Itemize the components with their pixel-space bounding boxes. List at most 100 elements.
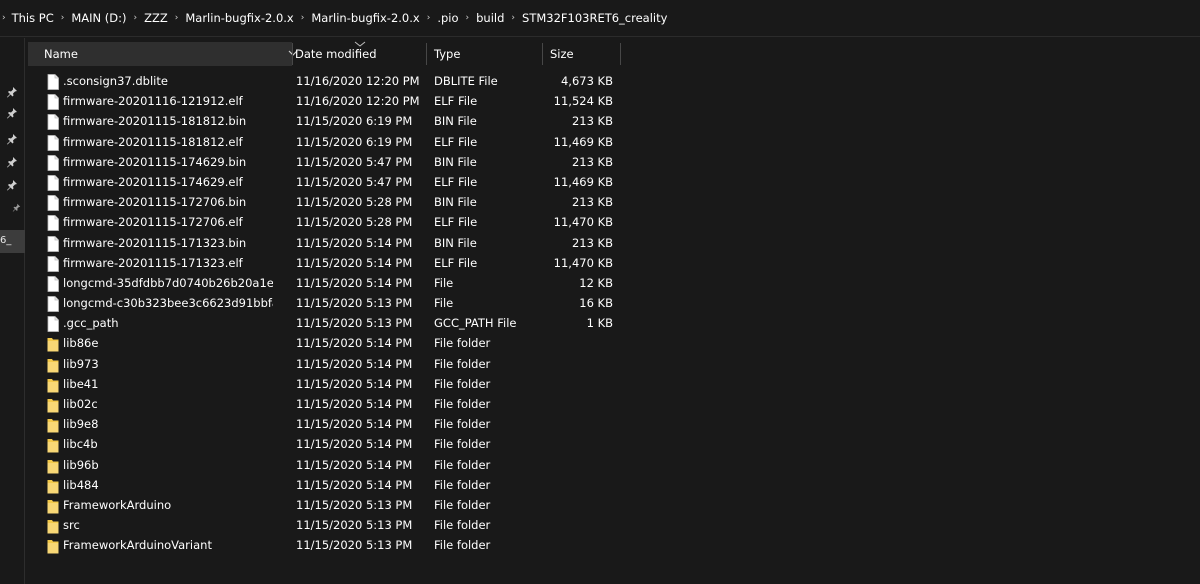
file-name: lib96b xyxy=(63,457,99,472)
column-divider[interactable] xyxy=(426,43,427,65)
file-name: firmware-20201115-171323.elf xyxy=(63,255,243,270)
breadcrumb-item[interactable]: Marlin-bugfix-2.0.x xyxy=(311,11,419,25)
folder-row[interactable]: libc4b 11/15/2020 5:14 PM File folder xyxy=(26,434,646,454)
file-row[interactable]: longcmd-35dfdbb7d0740b26b20a1e936d... 11/… xyxy=(26,273,646,293)
file-name: src xyxy=(63,518,80,533)
column-divider[interactable] xyxy=(292,43,293,65)
breadcrumb-item[interactable]: ZZZ xyxy=(144,11,168,25)
file-date-modified: 11/15/2020 5:14 PM xyxy=(296,437,413,452)
file-type: ELF File xyxy=(434,134,478,149)
file-row[interactable]: firmware-20201116-121912.elf 11/16/2020 1… xyxy=(26,91,646,111)
file-name: firmware-20201115-181812.bin xyxy=(63,114,247,129)
file-row[interactable]: firmware-20201115-181812.bin 11/15/2020 6… xyxy=(26,111,646,131)
folder-row[interactable]: FrameworkArduino 11/15/2020 5:13 PM File f… xyxy=(26,495,646,515)
file-row[interactable]: firmware-20201115-181812.elf 11/15/2020 6… xyxy=(26,132,646,152)
file-type: File folder xyxy=(434,538,491,553)
chevron-right-icon[interactable]: › xyxy=(61,13,65,23)
file-type: File folder xyxy=(434,397,491,411)
folder-row[interactable]: libe41 11/15/2020 5:14 PM File folder xyxy=(26,374,646,394)
column-header-name[interactable]: Name xyxy=(28,42,292,66)
navigation-pane[interactable]: 6_ xyxy=(0,38,25,584)
file-date-modified: 11/15/2020 5:14 PM xyxy=(296,336,413,351)
file-row[interactable]: .sconsign37.dblite 11/16/2020 12:20 PM DBL… xyxy=(26,71,646,91)
chevron-right-icon[interactable]: › xyxy=(511,13,515,23)
file-size: 11,470 KB xyxy=(553,215,613,230)
file-icon xyxy=(47,255,59,272)
folder-icon xyxy=(47,478,59,494)
folder-row[interactable]: src 11/15/2020 5:13 PM File folder xyxy=(26,515,646,535)
file-size: 11,469 KB xyxy=(553,134,613,149)
folder-icon xyxy=(47,458,59,474)
folder-row[interactable]: lib96b 11/15/2020 5:14 PM File folder xyxy=(26,455,646,475)
file-date-modified: 11/15/2020 6:19 PM xyxy=(296,134,413,149)
file-type: File folder xyxy=(434,356,491,371)
folder-row[interactable]: lib973 11/15/2020 5:14 PM File folder xyxy=(26,354,646,374)
column-header-type[interactable]: Type xyxy=(434,42,534,66)
file-type: BIN File xyxy=(434,114,477,129)
column-header-size[interactable]: Size xyxy=(550,42,620,66)
file-date-modified: 11/15/2020 5:14 PM xyxy=(296,275,413,290)
folder-row[interactable]: lib9e8 11/15/2020 5:14 PM File folder xyxy=(26,414,646,434)
file-name: lib973 xyxy=(63,356,99,371)
file-icon xyxy=(47,275,59,292)
file-date-modified: 11/15/2020 5:14 PM xyxy=(296,376,413,391)
folder-icon xyxy=(47,397,59,413)
chevron-right-icon[interactable]: › xyxy=(301,13,305,23)
folder-row[interactable]: lib86e 11/15/2020 5:14 PM File folder xyxy=(26,333,646,353)
file-icon xyxy=(47,134,59,151)
file-row[interactable]: firmware-20201115-174629.bin 11/15/2020 5… xyxy=(26,152,646,172)
folder-row[interactable]: lib484 11/15/2020 5:14 PM File folder xyxy=(26,475,646,495)
file-row[interactable]: firmware-20201115-171323.elf 11/15/2020 5… xyxy=(26,253,646,273)
file-row[interactable]: firmware-20201115-171323.bin 11/15/2020 5… xyxy=(26,233,646,253)
file-date-modified: 11/16/2020 12:20 PM xyxy=(296,94,420,109)
file-date-modified: 11/15/2020 5:14 PM xyxy=(296,417,413,432)
file-name: firmware-20201116-121912.elf xyxy=(63,94,243,109)
pin-icon xyxy=(12,203,21,212)
breadcrumb-item[interactable]: build xyxy=(476,11,504,25)
file-icon xyxy=(47,235,59,252)
file-size: 11,470 KB xyxy=(553,255,613,270)
address-bar[interactable]: › This PC › MAIN (D:) › ZZZ › Marlin-bugfix-2.0… xyxy=(0,0,1200,37)
file-date-modified: 11/15/2020 5:14 PM xyxy=(296,397,413,411)
file-row[interactable]: firmware-20201115-172706.bin 11/15/2020 5… xyxy=(26,192,646,212)
folder-icon xyxy=(47,498,59,514)
chevron-right-icon[interactable]: › xyxy=(134,13,138,23)
folder-row[interactable]: lib02c 11/15/2020 5:14 PM File folder xyxy=(26,394,646,414)
folder-icon xyxy=(47,336,59,352)
column-header-date[interactable]: Date modified xyxy=(295,42,425,66)
breadcrumb-item[interactable]: STM32F103RET6_creality xyxy=(522,11,667,25)
file-size: 213 KB xyxy=(571,154,613,169)
file-row[interactable]: .gcc_path 11/15/2020 5:13 PM GCC_PATH File… xyxy=(26,313,646,333)
column-divider[interactable] xyxy=(620,43,621,65)
breadcrumb-item[interactable]: Marlin-bugfix-2.0.x xyxy=(185,11,293,25)
file-date-modified: 11/15/2020 5:13 PM xyxy=(296,296,413,311)
pin-icon xyxy=(7,134,17,145)
file-name: FrameworkArduinoVariant xyxy=(63,538,212,553)
chevron-right-icon[interactable]: › xyxy=(2,13,6,23)
file-row[interactable]: longcmd-c30b323bee3c6623d91bbfabb7... 11/… xyxy=(26,293,646,313)
file-size: 213 KB xyxy=(571,235,613,250)
file-row[interactable]: firmware-20201115-174629.elf 11/15/2020 5… xyxy=(26,172,646,192)
file-list: .sconsign37.dblite 11/16/2020 12:20 PM DBL… xyxy=(26,71,646,556)
file-icon xyxy=(47,175,59,191)
file-icon xyxy=(47,154,59,171)
file-type: BIN File xyxy=(434,154,477,169)
file-type: File folder xyxy=(434,518,491,533)
file-name: .gcc_path xyxy=(63,316,119,331)
folder-row[interactable]: FrameworkArduinoVariant 11/15/2020 5:13 P… xyxy=(26,535,646,555)
chevron-right-icon[interactable]: › xyxy=(175,13,179,23)
chevron-right-icon[interactable]: › xyxy=(427,13,431,23)
file-type: DBLITE File xyxy=(434,74,498,88)
file-date-modified: 11/15/2020 5:47 PM xyxy=(296,154,413,169)
file-type: GCC_PATH File xyxy=(434,316,517,331)
breadcrumb-item[interactable]: .pio xyxy=(437,11,458,25)
chevron-right-icon[interactable]: › xyxy=(466,13,470,23)
breadcrumb-item[interactable]: MAIN (D:) xyxy=(71,11,126,25)
column-divider[interactable] xyxy=(542,43,543,65)
file-row[interactable]: firmware-20201115-172706.elf 11/15/2020 5… xyxy=(26,212,646,232)
file-name: firmware-20201115-171323.bin xyxy=(63,235,247,250)
column-header-size-label: Size xyxy=(550,47,574,61)
file-name: firmware-20201115-181812.elf xyxy=(63,134,243,149)
breadcrumb-item[interactable]: This PC xyxy=(12,11,54,25)
file-name: longcmd-35dfdbb7d0740b26b20a1e936d... xyxy=(63,275,273,290)
